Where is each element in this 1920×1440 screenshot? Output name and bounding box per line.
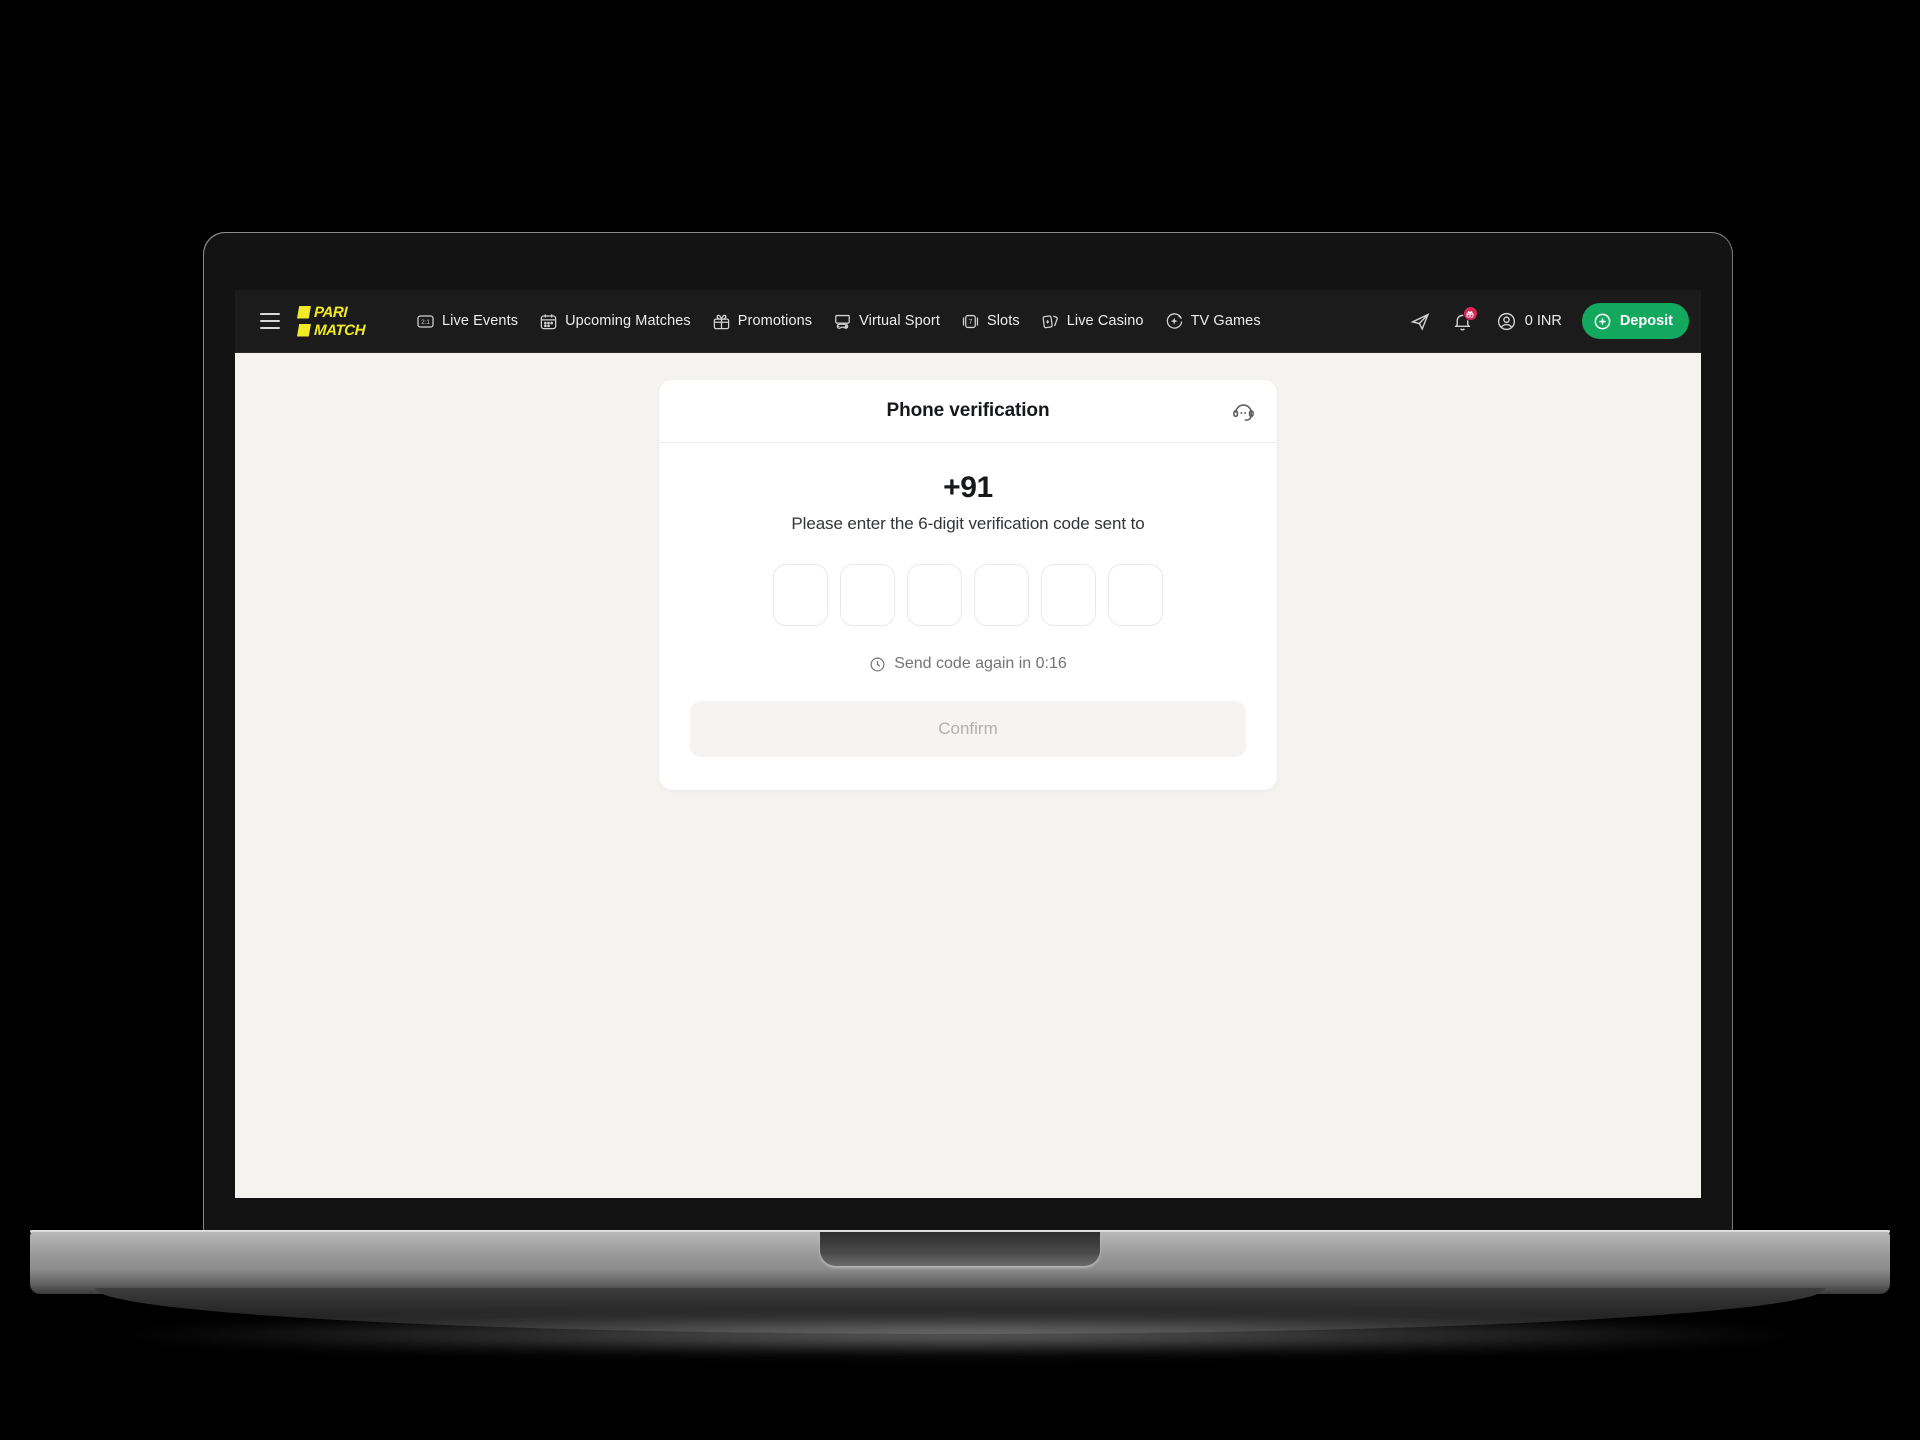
deposit-label: Deposit [1619, 313, 1673, 329]
slot-machine-icon: 7 [962, 314, 979, 328]
playing-cards-icon [1042, 314, 1058, 328]
resend-text: Send code again in 0:16 [894, 655, 1067, 672]
hamburger-menu-icon[interactable] [253, 304, 287, 338]
nav-item-live-events[interactable]: 2:1 Live Events [407, 304, 527, 339]
otp-input-3[interactable] [907, 564, 962, 626]
resend-timer: Send code again in 0:16 [699, 655, 1237, 673]
svg-text:2:1: 2:1 [421, 318, 430, 325]
browser-screen: PARI MATCH 2:1 Live Events Upcoming Matc… [235, 290, 1701, 1198]
phone-verification-modal: Phone verification +91 Please enter the … [659, 380, 1277, 790]
logo-text-line1: PARI [313, 303, 348, 321]
verification-hint: Please enter the 6-digit verification co… [791, 514, 1145, 533]
page-title: Phone verification [886, 400, 1050, 421]
otp-input-5[interactable] [1041, 564, 1096, 626]
telegram-button[interactable] [1402, 302, 1440, 340]
laptop-mockup: PARI MATCH 2:1 Live Events Upcoming Matc… [0, 0, 1920, 1440]
scoreboard-icon: 2:1 [417, 314, 434, 328]
nav-label: Live Casino [1066, 313, 1144, 329]
parimatch-logo[interactable]: PARI MATCH [297, 302, 385, 340]
confirm-button[interactable]: Confirm [690, 701, 1246, 757]
laptop-base-notch [820, 1232, 1100, 1266]
phone-number: +91 [943, 471, 993, 504]
nav-label: Virtual Sport [859, 313, 940, 329]
notifications-button[interactable] [1444, 302, 1482, 340]
sparkle-circle-icon [1166, 312, 1182, 329]
paper-plane-icon [1410, 312, 1430, 331]
svg-text:7: 7 [968, 317, 972, 325]
laptop-base-reflection [120, 1315, 1800, 1355]
nav-item-upcoming-matches[interactable]: Upcoming Matches [530, 304, 700, 339]
nav-item-slots[interactable]: 7 Slots [952, 304, 1029, 339]
support-button[interactable] [1226, 394, 1260, 428]
logo-text-line2: MATCH [313, 321, 366, 339]
modal-body: +91 Please enter the 6-digit verificatio… [659, 443, 1277, 673]
plus-circle-icon [1594, 313, 1611, 329]
account-balance[interactable]: 0 INR [1486, 305, 1572, 338]
nav-item-tv-games[interactable]: TV Games [1156, 304, 1270, 339]
top-navigation-bar: PARI MATCH 2:1 Live Events Upcoming Matc… [235, 290, 1701, 353]
user-circle-icon [1497, 312, 1515, 330]
nav-label: Live Events [442, 313, 519, 329]
deposit-button[interactable]: Deposit [1581, 303, 1689, 339]
otp-input-group [699, 564, 1237, 626]
screenshot-stage: PARI MATCH 2:1 Live Events Upcoming Matc… [0, 0, 1920, 1440]
nav-label: Upcoming Matches [565, 313, 691, 329]
logo-mark-icon [297, 305, 311, 319]
headset-support-icon [1232, 403, 1254, 421]
otp-input-4[interactable] [974, 564, 1029, 626]
nav-right-controls: 0 INR Deposit [1402, 302, 1689, 340]
gamepad-icon [835, 314, 850, 329]
nav-items: 2:1 Live Events Upcoming Matches Promoti… [407, 304, 1402, 339]
modal-header: Phone verification [659, 380, 1277, 443]
nav-label: Promotions [737, 313, 813, 329]
nav-label: TV Games [1190, 313, 1261, 329]
otp-input-1[interactable] [773, 564, 828, 626]
nav-item-promotions[interactable]: Promotions [703, 304, 821, 339]
gift-icon [1466, 310, 1474, 317]
notifications-badge [1462, 306, 1478, 321]
logo-mark-icon [297, 323, 311, 337]
balance-amount: 0 INR [1524, 313, 1562, 329]
nav-label: Slots [986, 313, 1020, 329]
clock-icon [870, 657, 885, 671]
page-content: Phone verification +91 Please enter the … [235, 353, 1701, 1198]
modal-footer: Confirm [659, 673, 1277, 790]
gift-icon [713, 314, 730, 329]
otp-input-2[interactable] [840, 564, 895, 626]
otp-input-6[interactable] [1108, 564, 1163, 626]
nav-item-virtual-sport[interactable]: Virtual Sport [824, 304, 949, 339]
nav-item-live-casino[interactable]: Live Casino [1032, 304, 1153, 339]
calendar-icon [540, 313, 557, 329]
